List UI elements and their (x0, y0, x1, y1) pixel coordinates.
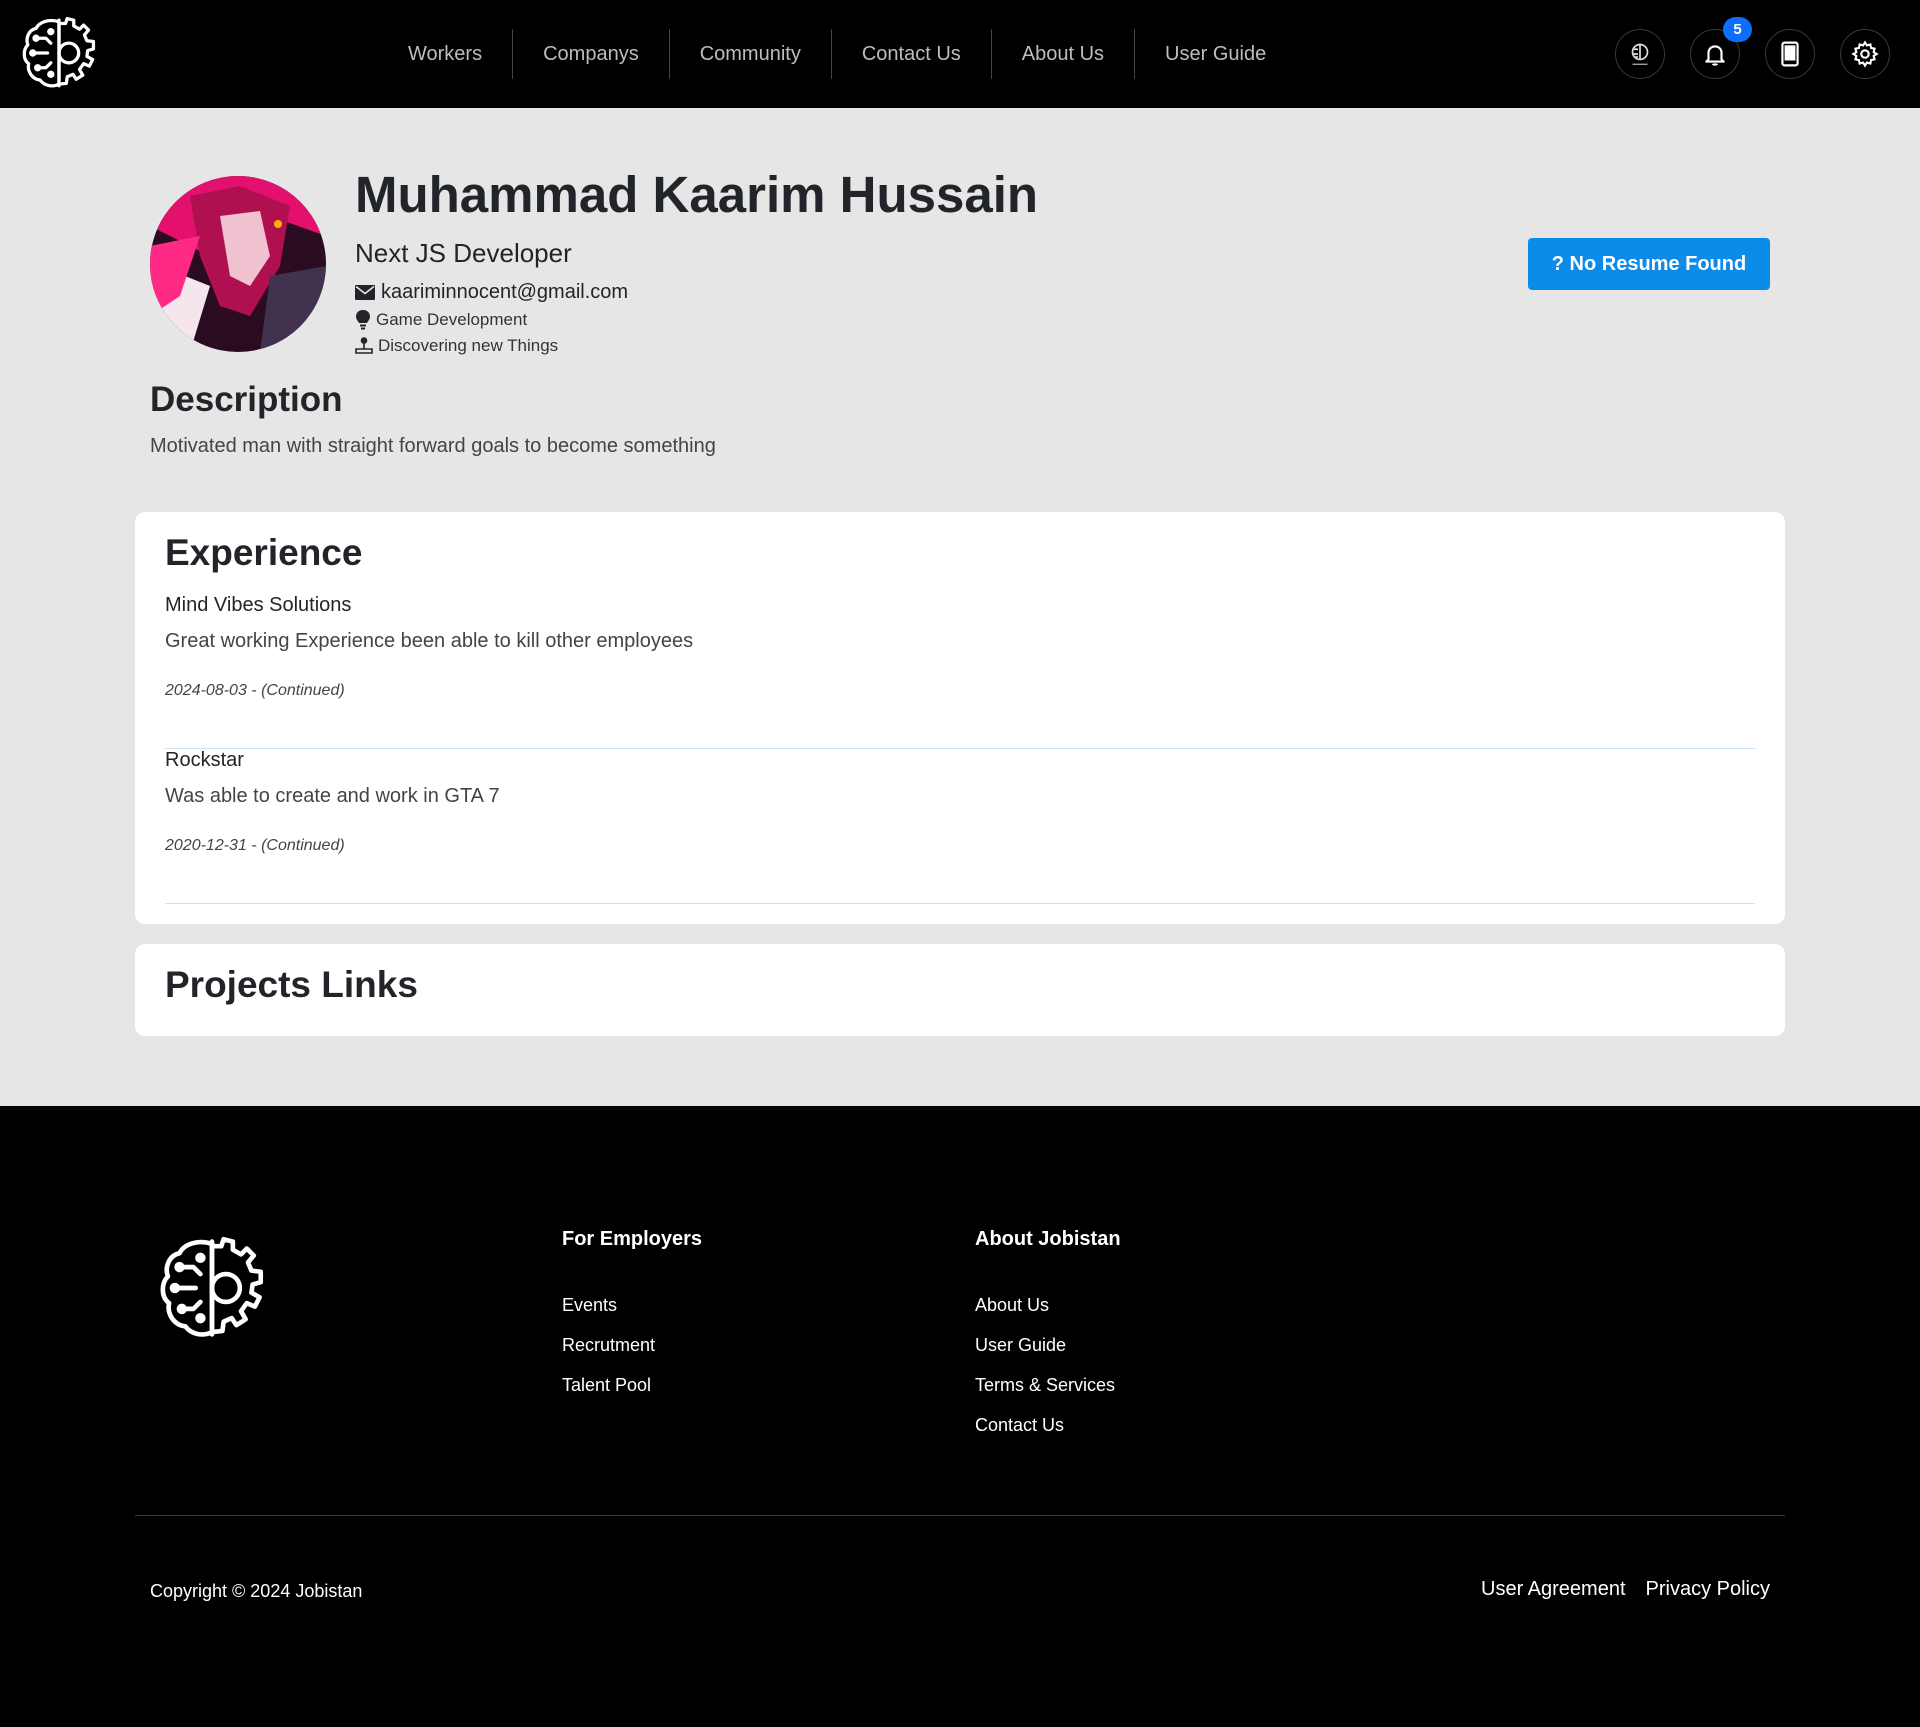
experience-date: 2024-08-03 - (Continued) (165, 682, 345, 699)
avatar-logo-icon (1631, 43, 1649, 65)
experience-date: 2020-12-31 - (Continued) (165, 837, 345, 854)
profile-avatar (150, 176, 326, 352)
footer-about-column: About Jobistan About Us User Guide Terms… (975, 1228, 1121, 1445)
footer-link-user-guide[interactable]: User Guide (975, 1325, 1121, 1365)
footer: For Employers Events Recrutment Talent P… (0, 1106, 1920, 1727)
privacy-policy-link[interactable]: Privacy Policy (1646, 1578, 1770, 1601)
copyright-text: Copyright © 2024 Jobistan (150, 1581, 363, 1601)
footer-link-recrutment[interactable]: Recrutment (562, 1325, 702, 1365)
description-title: Description (150, 380, 343, 419)
profile-hobby: Discovering new Things (378, 336, 559, 355)
footer-link-terms[interactable]: Terms & Services (975, 1365, 1121, 1405)
footer-about-title: About Jobistan (975, 1228, 1121, 1250)
experience-description: Was able to create and work in GTA 7 (165, 785, 500, 807)
settings-button[interactable] (1840, 29, 1890, 79)
footer-link-contact-us[interactable]: Contact Us (975, 1405, 1121, 1445)
footer-link-events[interactable]: Events (562, 1285, 702, 1325)
brain-gear-logo-icon[interactable] (18, 12, 100, 94)
profile-picture (150, 176, 326, 352)
profile-name: Muhammad Kaarim Hussain (355, 166, 1039, 223)
profile-email[interactable]: kaariminnocent@gmail.com (381, 281, 628, 304)
hobby-row: Discovering new Things (355, 336, 558, 356)
projects-title: Projects Links (165, 964, 418, 1005)
experience-item: Rockstar Was able to create and work in … (165, 749, 1755, 904)
main-nav: Workers Companys Community Contact Us Ab… (378, 28, 1296, 80)
bell-icon (1705, 45, 1725, 66)
experience-company: Mind Vibes Solutions (165, 594, 352, 616)
brain-gear-logo-icon[interactable] (154, 1230, 270, 1346)
lightbulb-icon (356, 310, 370, 330)
footer-employers-column: For Employers Events Recrutment Talent P… (562, 1228, 702, 1405)
footer-link-talent-pool[interactable]: Talent Pool (562, 1365, 702, 1405)
notification-count-badge: 5 (1723, 17, 1752, 42)
user-agreement-link[interactable]: User Agreement (1481, 1578, 1626, 1601)
footer-divider (135, 1515, 1785, 1516)
interest-row: Game Development (355, 310, 527, 330)
nav-community[interactable]: Community (670, 29, 832, 79)
nav-workers[interactable]: Workers (378, 29, 514, 79)
nav-user-guide[interactable]: User Guide (1135, 29, 1296, 79)
profile-role: Next JS Developer (355, 238, 572, 268)
nav-about-us[interactable]: About Us (992, 29, 1136, 79)
gear-icon (1851, 40, 1879, 68)
experience-company: Rockstar (165, 749, 244, 771)
email-row: kaariminnocent@gmail.com (355, 281, 628, 304)
experience-title: Experience (165, 532, 363, 573)
user-avatar-button[interactable] (1615, 29, 1665, 79)
profile-interest: Game Development (376, 310, 528, 329)
experience-card: Experience Mind Vibes Solutions Great wo… (135, 512, 1785, 924)
envelope-icon (355, 285, 375, 300)
top-navbar: Workers Companys Community Contact Us Ab… (0, 0, 1920, 108)
nav-contact-us[interactable]: Contact Us (832, 29, 992, 79)
experience-description: Great working Experience been able to ki… (165, 630, 694, 652)
phone-icon (1781, 41, 1799, 67)
no-resume-button[interactable]: ? No Resume Found (1528, 238, 1770, 290)
device-button[interactable] (1765, 29, 1815, 79)
experience-item: Mind Vibes Solutions Great working Exper… (165, 594, 1755, 749)
description-text: Motivated man with straight forward goal… (150, 435, 716, 457)
footer-legal-links: User Agreement Privacy Policy (1481, 1578, 1770, 1601)
footer-link-about-us[interactable]: About Us (975, 1285, 1121, 1325)
footer-employers-title: For Employers (562, 1228, 703, 1250)
projects-card: Projects Links (135, 944, 1785, 1036)
nav-companys[interactable]: Companys (513, 29, 670, 79)
joystick-icon (355, 337, 373, 354)
